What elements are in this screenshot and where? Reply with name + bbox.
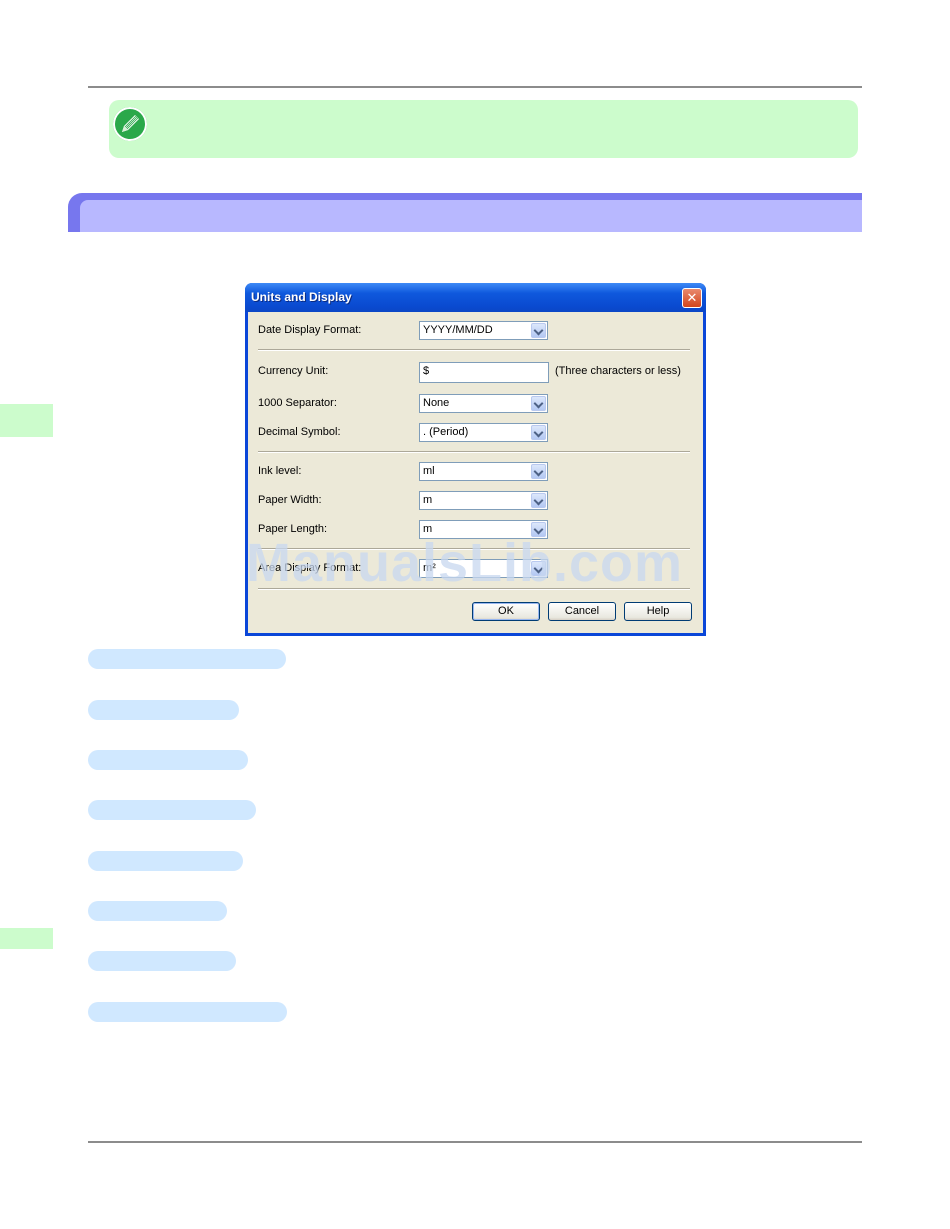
- watermark: ManualsLib.com: [246, 533, 684, 593]
- footer-rule: [88, 1141, 862, 1143]
- section-heading-bar-inner: [80, 200, 862, 232]
- close-icon[interactable]: ✕: [682, 288, 702, 308]
- subheading-pill: [88, 750, 248, 770]
- subheading-pill: [88, 901, 227, 921]
- header-rule: [88, 86, 862, 88]
- note-box: [109, 100, 858, 158]
- help-button[interactable]: Help: [624, 602, 692, 621]
- paper-width-label: Paper Width:: [258, 494, 322, 506]
- currency-unit-hint: (Three characters or less): [555, 365, 681, 377]
- ink-level-combo[interactable]: ml: [419, 462, 548, 481]
- chapter-side-tab-lower: [0, 928, 53, 949]
- dialog-title: Units and Display: [251, 290, 352, 304]
- date-display-format-combo[interactable]: YYYY/MM/DD: [419, 321, 548, 340]
- paper-width-combo[interactable]: m: [419, 491, 548, 510]
- separator: [258, 349, 690, 351]
- chevron-down-icon[interactable]: [531, 425, 546, 440]
- thousand-separator-combo[interactable]: None: [419, 394, 548, 413]
- pencil-note-icon: [113, 107, 147, 141]
- thousand-separator-value: None: [423, 397, 450, 409]
- subheading-pill: [88, 951, 236, 971]
- separator: [258, 451, 690, 453]
- thousand-separator-label: 1000 Separator:: [258, 397, 337, 409]
- subheading-pill: [88, 1002, 287, 1022]
- decimal-symbol-combo[interactable]: . (Period): [419, 423, 548, 442]
- cancel-button[interactable]: Cancel: [548, 602, 616, 621]
- currency-unit-label: Currency Unit:: [258, 365, 329, 377]
- decimal-symbol-label: Decimal Symbol:: [258, 426, 341, 438]
- ink-level-label: Ink level:: [258, 465, 302, 477]
- decimal-symbol-value: . (Period): [423, 426, 469, 438]
- subheading-pill: [88, 649, 286, 669]
- subheading-pill: [88, 700, 239, 720]
- currency-unit-input[interactable]: $: [419, 362, 549, 383]
- chevron-down-icon[interactable]: [531, 396, 546, 411]
- date-display-format-label: Date Display Format:: [258, 324, 362, 336]
- date-display-format-value: YYYY/MM/DD: [423, 324, 493, 336]
- dialog-titlebar[interactable]: Units and Display ✕: [245, 283, 706, 312]
- chevron-down-icon[interactable]: [531, 464, 546, 479]
- ok-button[interactable]: OK: [472, 602, 540, 621]
- ink-level-value: ml: [423, 465, 435, 477]
- chevron-down-icon[interactable]: [531, 323, 546, 338]
- subheading-pill: [88, 851, 243, 871]
- chevron-down-icon[interactable]: [531, 493, 546, 508]
- subheading-pill: [88, 800, 256, 820]
- section-heading-bar: [68, 193, 862, 232]
- chapter-side-tab: [0, 404, 53, 437]
- paper-width-value: m: [423, 494, 433, 506]
